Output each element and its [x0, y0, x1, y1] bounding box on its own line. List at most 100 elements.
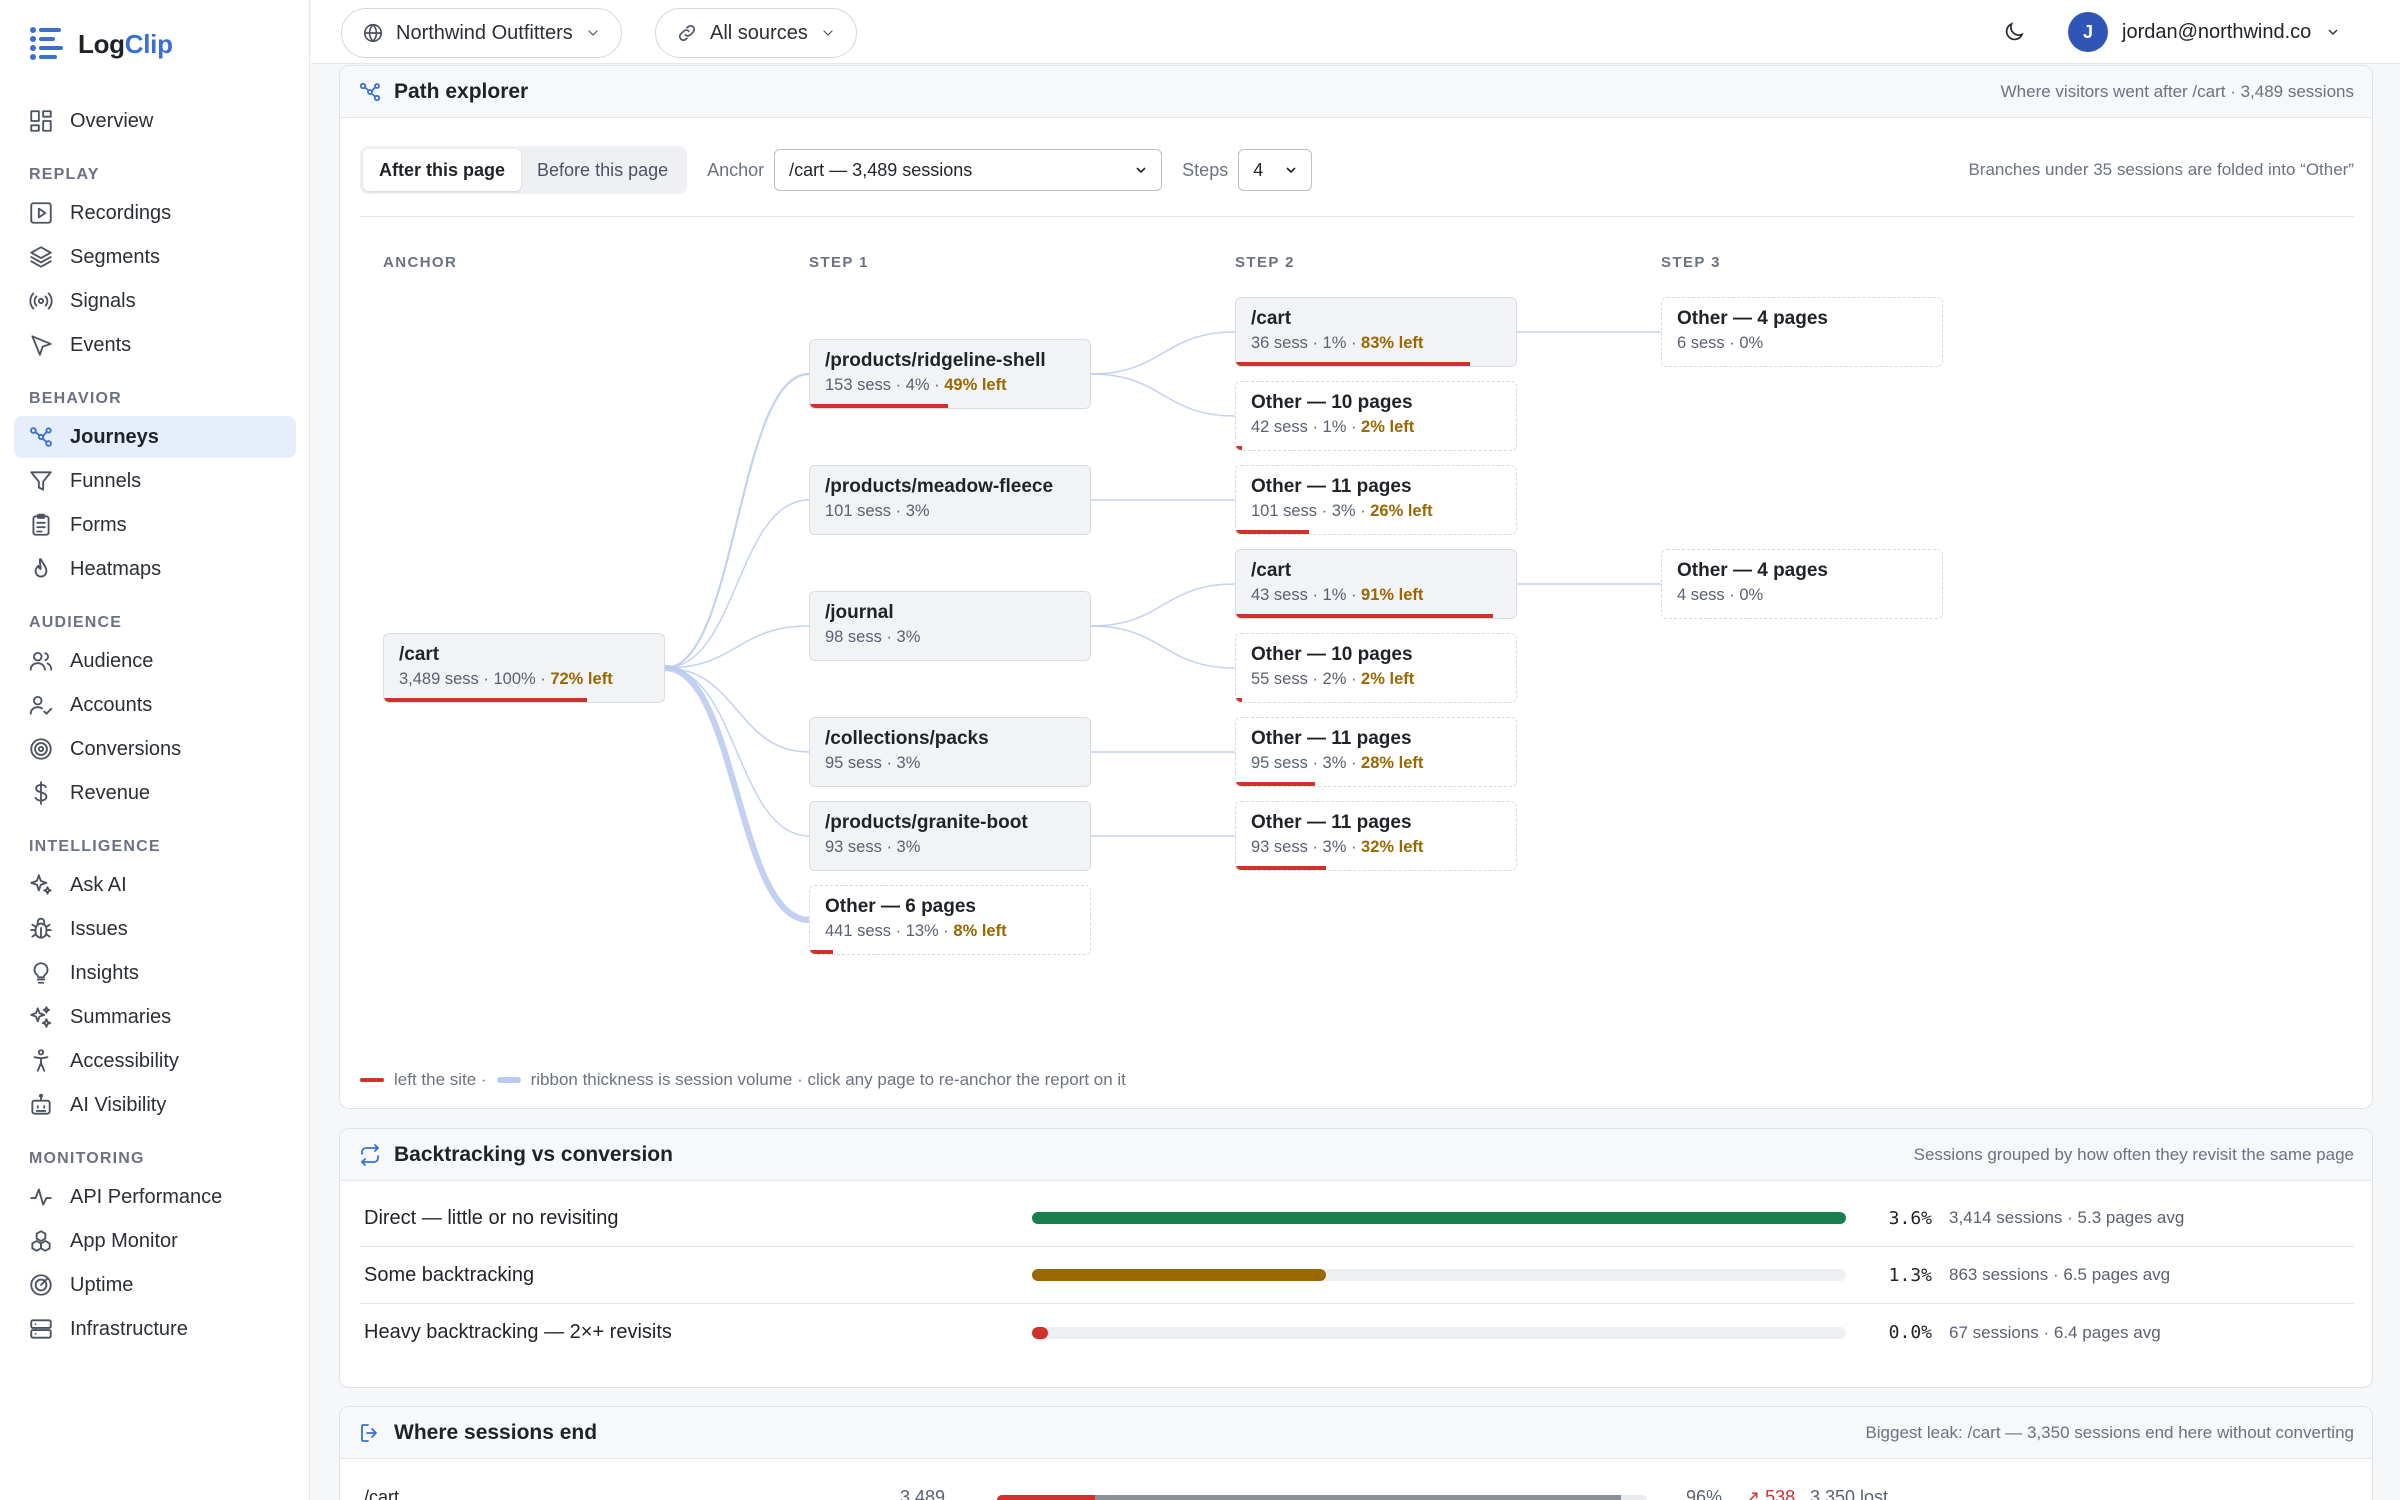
- sidebar-item-accounts[interactable]: Accounts: [14, 684, 296, 726]
- sidebar-section-replay: REPLAY: [29, 166, 100, 183]
- sidebar-item-segments[interactable]: Segments: [14, 236, 296, 278]
- sidebar-item-app-monitor[interactable]: App Monitor: [14, 1220, 296, 1262]
- path-ribbon: [664, 664, 810, 924]
- sidebar-item-journeys[interactable]: Journeys: [14, 416, 296, 458]
- sidebar-item-insights[interactable]: Insights: [14, 952, 296, 994]
- user-menu[interactable]: J jordan@northwind.co: [2068, 12, 2341, 52]
- path-node-stats: 98 sess · 3%: [825, 628, 1090, 647]
- theme-toggle-button[interactable]: [1996, 14, 2032, 50]
- sidebar-item-audience[interactable]: Audience: [14, 640, 296, 682]
- left-site-bar: [1236, 782, 1315, 786]
- path-node-sessions: 441 sess · 13% ·: [825, 922, 954, 940]
- link-icon: [678, 24, 696, 42]
- left-site-bar: [1236, 866, 1327, 870]
- path-node-stats: 101 sess · 3% · 26% left: [1251, 502, 1516, 521]
- sidebar-section-audience: AUDIENCE: [29, 614, 123, 631]
- source-selector[interactable]: All sources: [655, 8, 857, 58]
- path-node[interactable]: /journal 98 sess · 3%: [809, 591, 1091, 661]
- activity-icon: [30, 1188, 52, 1206]
- path-node[interactable]: /cart 43 sess · 1% · 91% left: [1235, 549, 1517, 619]
- sidebar-item-infrastructure[interactable]: Infrastructure: [14, 1308, 296, 1350]
- path-node[interactable]: Other — 6 pages 441 sess · 13% · 8% left: [809, 885, 1091, 955]
- backtracking-row[interactable]: Some backtracking 1.3% 863 sessions · 6.5 …: [360, 1247, 2354, 1304]
- conversion-bar: [1032, 1326, 1846, 1339]
- path-node-sessions: 55 sess · 2% ·: [1251, 670, 1362, 688]
- sidebar-item-heatmaps[interactable]: Heatmaps: [14, 548, 296, 590]
- exit-icon: [361, 1423, 377, 1442]
- path-node[interactable]: /products/meadow-fleece 101 sess · 3%: [809, 465, 1091, 535]
- path-node[interactable]: /cart 36 sess · 1% · 83% left: [1235, 297, 1517, 367]
- path-node[interactable]: /products/granite-boot 93 sess · 3%: [809, 801, 1091, 871]
- sidebar-item-overview[interactable]: Overview: [14, 100, 296, 142]
- sidebar-item-ask-ai[interactable]: Ask AI: [14, 864, 296, 906]
- path-node-page: Other — 4 pages: [1677, 560, 1828, 581]
- path-node[interactable]: Other — 11 pages 95 sess · 3% · 28% left: [1235, 717, 1517, 787]
- sidebar-section-monitoring: MONITORING: [29, 1150, 145, 1167]
- path-node-stats: 36 sess · 1% · 83% left: [1251, 334, 1516, 353]
- conversion-bar: [1032, 1212, 1846, 1224]
- path-node-left-rate: 8% left: [953, 922, 1007, 940]
- path-node[interactable]: /cart 3,489 sess · 100% · 72% left: [383, 633, 665, 703]
- backtracking-row-meta: 863 sessions · 6.5 pages avg: [1949, 1265, 2171, 1284]
- cubes-icon: [31, 1230, 51, 1252]
- backtracking-row-meta: 3,414 sessions · 5.3 pages avg: [1949, 1208, 2185, 1227]
- sidebar-item-events[interactable]: Events: [14, 324, 296, 366]
- path-node-stats: 93 sess · 3% · 32% left: [1251, 838, 1516, 857]
- backtracking-row[interactable]: Heavy backtracking — 2×+ revisits 0.0% 67 …: [360, 1304, 2354, 1361]
- sidebar-item-funnels[interactable]: Funnels: [14, 460, 296, 502]
- path-node-sessions: 153 sess · 4% ·: [825, 376, 945, 394]
- cursor-icon: [31, 335, 52, 356]
- sidebar-item-uptime[interactable]: Uptime: [14, 1264, 296, 1306]
- exit-page-lost: 3,350 lost: [1810, 1487, 1889, 1500]
- exit-page-name: /cart: [364, 1487, 400, 1500]
- topbar: Northwind Outfitters All sources J jorda…: [311, 0, 2400, 64]
- sidebar-item-revenue[interactable]: Revenue: [14, 772, 296, 814]
- sidebar-item-forms[interactable]: Forms: [14, 504, 296, 546]
- backtracking-row[interactable]: Direct — little or no revisiting 3.6% 3,41…: [360, 1190, 2354, 1247]
- sidebar-item-issues[interactable]: Issues: [14, 908, 296, 950]
- path-node[interactable]: Other — 4 pages 4 sess · 0%: [1661, 549, 1943, 619]
- path-node[interactable]: Other — 4 pages 6 sess · 0%: [1661, 297, 1943, 367]
- sidebar-item-accessibility[interactable]: Accessibility: [14, 1040, 296, 1082]
- path-ribbon: [1090, 373, 1236, 417]
- path-node[interactable]: /products/ridgeline-shell 153 sess · 4% ·…: [809, 339, 1091, 409]
- path-node-left-rate: 83% left: [1361, 334, 1424, 352]
- sidebar-item-api-performance[interactable]: API Performance: [14, 1176, 296, 1218]
- path-node[interactable]: Other — 10 pages 55 sess · 2% · 2% left: [1235, 633, 1517, 703]
- sparkles-icon: [30, 874, 52, 895]
- sessions-end-note: Biggest leak: /cart — 3,350 sessions end…: [1865, 1422, 2354, 1442]
- sidebar-item-ai-visibility[interactable]: AI Visibility: [14, 1084, 296, 1126]
- path-node-sessions: 4 sess · 0%: [1677, 586, 1764, 604]
- path-node-stats: 3,489 sess · 100% · 72% left: [399, 670, 664, 689]
- robot-icon: [31, 1093, 51, 1115]
- path-node[interactable]: Other — 11 pages 101 sess · 3% · 26% left: [1235, 465, 1517, 535]
- path-node[interactable]: Other — 11 pages 93 sess · 3% · 32% left: [1235, 801, 1517, 871]
- chevron-down-icon: [2328, 29, 2338, 35]
- left-site-bar: [1236, 530, 1310, 534]
- sidebar-item-conversions[interactable]: Conversions: [14, 728, 296, 770]
- path-node-left-rate: 28% left: [1361, 754, 1424, 772]
- path-node-stats: 55 sess · 2% · 2% left: [1251, 670, 1516, 689]
- path-node-page: /collections/packs: [825, 728, 989, 749]
- broadcast-icon: [29, 292, 53, 310]
- conversion-rate: 1.3%: [1888, 1264, 1932, 1286]
- exit-page-sessions: 3,489: [900, 1487, 946, 1500]
- path-node[interactable]: /collections/packs 95 sess · 3%: [809, 717, 1091, 787]
- path-node[interactable]: Other — 10 pages 42 sess · 1% · 2% left: [1235, 381, 1517, 451]
- sidebar-item-signals[interactable]: Signals: [14, 280, 296, 322]
- path-node-left-rate: 2% left: [1361, 670, 1415, 688]
- conversion-bar-fill: [1032, 1269, 1326, 1281]
- grid-icon: [30, 110, 52, 132]
- exit-page-row[interactable]: /cart 3,489 96% ↗ 538 3,350 lost: [360, 1481, 2354, 1500]
- path-node-page: Other — 10 pages: [1251, 392, 1413, 413]
- path-node-sessions: 43 sess · 1% ·: [1251, 586, 1362, 604]
- logo[interactable]: LogClip: [28, 24, 173, 64]
- globe-icon: [363, 23, 383, 43]
- workspace-selector[interactable]: Northwind Outfitters: [341, 8, 622, 58]
- sidebar-section-behavior: BEHAVIOR: [29, 390, 122, 407]
- path-node-sessions: 98 sess · 3%: [825, 628, 921, 646]
- sidebar-item-summaries[interactable]: Summaries: [14, 996, 296, 1038]
- conversion-rate: 0.0%: [1888, 1322, 1932, 1343]
- sidebar-item-recordings[interactable]: Recordings: [14, 192, 296, 234]
- path-node-stats: 93 sess · 3%: [825, 838, 1090, 857]
